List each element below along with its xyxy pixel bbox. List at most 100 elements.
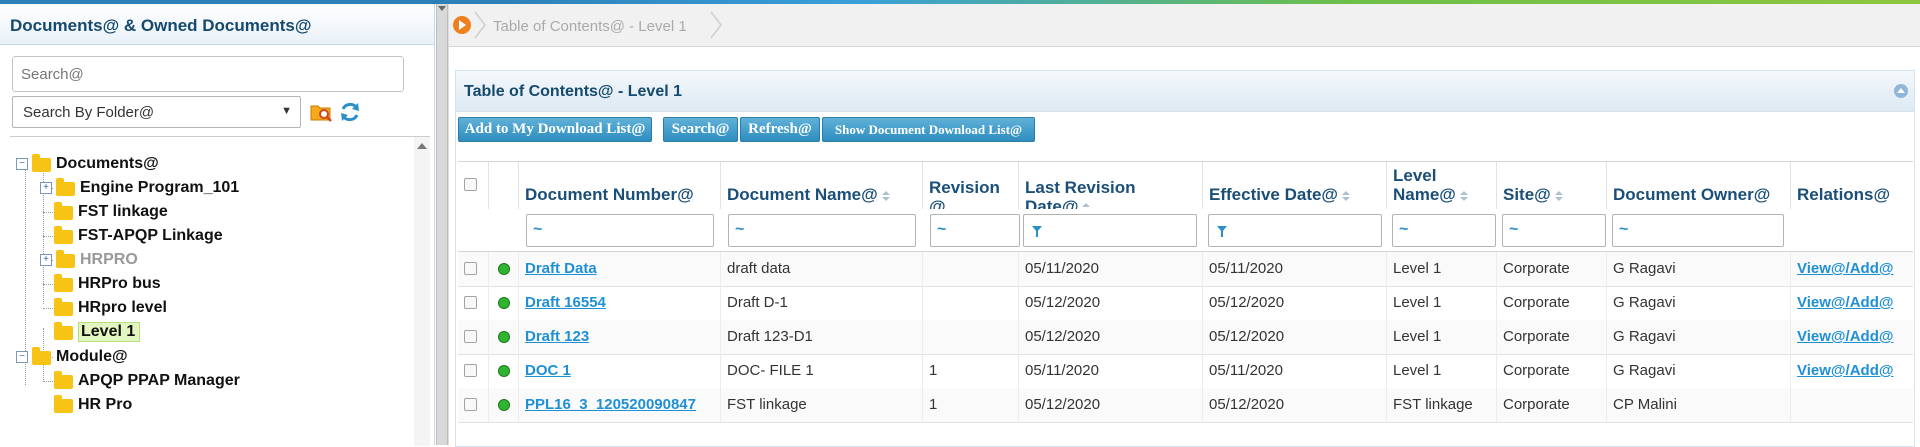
refresh-icon[interactable] — [338, 100, 362, 124]
header-last-revision-date[interactable]: Last Revision Date@ — [1018, 162, 1202, 210]
row-checkbox[interactable] — [464, 296, 477, 309]
row-checkbox[interactable] — [464, 364, 477, 377]
relations-link[interactable]: View@/Add@ — [1790, 286, 1913, 320]
folder-icon — [56, 178, 75, 196]
filter-funnel-icon[interactable] — [1217, 226, 1227, 237]
tree-scrollbar[interactable] — [414, 137, 430, 446]
add-to-download-list-button[interactable]: Add to My Download List@ — [458, 117, 652, 142]
collapse-icon[interactable]: − — [16, 351, 28, 363]
revision-cell — [922, 252, 1018, 286]
folder-icon — [54, 371, 73, 389]
table-row[interactable]: Draft 16554 Draft D-1 05/12/2020 05/12/2… — [458, 286, 1913, 321]
folder-search-icon[interactable] — [309, 100, 333, 124]
level-name-cell: Level 1 — [1386, 286, 1496, 320]
relations-link[interactable]: View@/Add@ — [1790, 320, 1913, 354]
row-checkbox[interactable] — [464, 398, 477, 411]
row-select-cell — [458, 252, 488, 286]
tree-item-documents[interactable]: − Documents@ — [16, 153, 159, 175]
header-label: Last Revision Date@ — [1025, 178, 1136, 210]
relations-link[interactable]: View@/Add@ — [1790, 354, 1913, 388]
search-button[interactable]: Search@ — [663, 117, 738, 142]
sort-icon[interactable] — [881, 191, 890, 201]
breadcrumb: Table of Contents@ - Level 1 — [449, 4, 1920, 47]
collapse-arrow-icon[interactable] — [438, 6, 446, 11]
relations-link[interactable] — [1790, 388, 1913, 422]
table-row[interactable]: DOC 1 DOC- FILE 1 1 05/11/2020 05/11/202… — [458, 354, 1913, 389]
last-revision-date-filter[interactable] — [1023, 214, 1197, 247]
filter-contains-icon: ~ — [533, 221, 543, 238]
select-all-checkbox[interactable] — [464, 178, 477, 191]
site-filter[interactable]: ~ — [1502, 214, 1606, 247]
document-number-link[interactable]: PPL16_3_120520090847 — [518, 388, 720, 422]
revision-filter[interactable]: ~ — [930, 214, 1020, 247]
last-revision-date-cell: 05/11/2020 — [1018, 354, 1202, 388]
folder-icon — [32, 154, 51, 172]
row-status-cell — [488, 320, 518, 354]
tree-item-apqp-ppap-manager[interactable]: APQP PPAP Manager — [54, 370, 240, 392]
folder-icon — [54, 274, 73, 292]
document-owner-filter[interactable]: ~ — [1612, 214, 1784, 247]
search-input[interactable] — [12, 56, 404, 92]
header-label: Relations@ — [1797, 185, 1891, 204]
tree-item-module[interactable]: − Module@ — [16, 346, 128, 368]
document-name-cell: FST linkage — [720, 388, 922, 422]
tree-item-fst-linkage[interactable]: FST linkage — [54, 201, 168, 223]
header-document-number[interactable]: Document Number@ — [518, 162, 720, 210]
panel-splitter[interactable] — [436, 4, 448, 445]
collapse-icon[interactable]: − — [16, 158, 28, 170]
document-number-link[interactable]: Draft Data — [518, 252, 720, 286]
breadcrumb-current[interactable]: Table of Contents@ - Level 1 — [493, 18, 687, 35]
tree-item-hrpro-bus[interactable]: HRPro bus — [54, 273, 161, 295]
table-header: Document Number@ Document Name@ Revision… — [458, 161, 1913, 210]
header-relations[interactable]: Relations@ — [1790, 162, 1913, 210]
relations-link[interactable]: View@/Add@ — [1790, 252, 1913, 286]
document-number-link[interactable]: DOC 1 — [518, 354, 720, 388]
tree-item-engine-program[interactable]: + Engine Program_101 — [40, 177, 239, 199]
tree-item-hrpro-level[interactable]: HRpro level — [54, 297, 167, 319]
effective-date-filter[interactable] — [1208, 214, 1382, 247]
refresh-button[interactable]: Refresh@ — [740, 117, 820, 142]
expand-icon[interactable]: + — [40, 182, 52, 194]
filter-contains-icon: ~ — [735, 221, 745, 238]
table-row[interactable]: PPL16_3_120520090847 FST linkage 1 05/12… — [458, 388, 1913, 423]
sort-icon[interactable] — [1554, 191, 1563, 201]
document-number-link[interactable]: Draft 16554 — [518, 286, 720, 320]
document-number-filter[interactable]: ~ — [526, 214, 714, 247]
toc-panel: Table of Contents@ - Level 1 Add to My D… — [455, 70, 1915, 447]
header-revision[interactable]: Revision @ — [922, 162, 1018, 210]
document-name-cell: Draft D-1 — [720, 286, 922, 320]
filter-contains-icon: ~ — [1399, 221, 1409, 238]
tree-item-level-1[interactable]: Level 1 — [54, 321, 141, 343]
table-row[interactable]: Draft Data draft data 05/11/2020 05/11/2… — [458, 252, 1913, 287]
tree-item-fst-apqp-linkage[interactable]: FST-APQP Linkage — [54, 225, 223, 247]
row-checkbox[interactable] — [464, 262, 477, 275]
expand-icon[interactable]: + — [40, 254, 52, 266]
level-name-filter[interactable]: ~ — [1392, 214, 1496, 247]
document-name-cell: DOC- FILE 1 — [720, 354, 922, 388]
sidebar-header: Documents@ & Owned Documents@ — [0, 4, 434, 45]
tree-item-label: HR Pro — [78, 396, 133, 413]
owner-cell: CP Malini — [1606, 388, 1790, 422]
owner-cell: G Ragavi — [1606, 286, 1790, 320]
scroll-up-icon[interactable] — [417, 143, 427, 149]
sort-icon[interactable] — [1459, 191, 1468, 201]
document-name-filter[interactable]: ~ — [728, 214, 916, 247]
search-by-folder-select[interactable]: Search By Folder@ ▼ — [12, 96, 301, 128]
revision-cell — [922, 320, 1018, 354]
header-level-name[interactable]: Level Name@ — [1386, 162, 1496, 210]
tree-item-hr-pro[interactable]: HR Pro — [54, 394, 132, 416]
header-site[interactable]: Site@ — [1496, 162, 1606, 210]
collapse-panel-icon[interactable] — [1894, 84, 1908, 98]
header-status — [488, 162, 518, 210]
tree-item-hrpro[interactable]: + HRPRO — [40, 249, 138, 271]
show-download-list-button[interactable]: Show Document Download List@ — [822, 117, 1035, 142]
home-icon[interactable] — [453, 16, 471, 34]
header-document-name[interactable]: Document Name@ — [720, 162, 922, 210]
header-document-owner[interactable]: Document Owner@ — [1606, 162, 1790, 210]
table-row[interactable]: Draft 123 Draft 123-D1 05/12/2020 05/12/… — [458, 320, 1913, 355]
filter-funnel-icon[interactable] — [1032, 226, 1042, 237]
row-checkbox[interactable] — [464, 330, 477, 343]
sort-icon[interactable] — [1342, 191, 1351, 201]
header-effective-date[interactable]: Effective Date@ — [1202, 162, 1386, 210]
document-number-link[interactable]: Draft 123 — [518, 320, 720, 354]
